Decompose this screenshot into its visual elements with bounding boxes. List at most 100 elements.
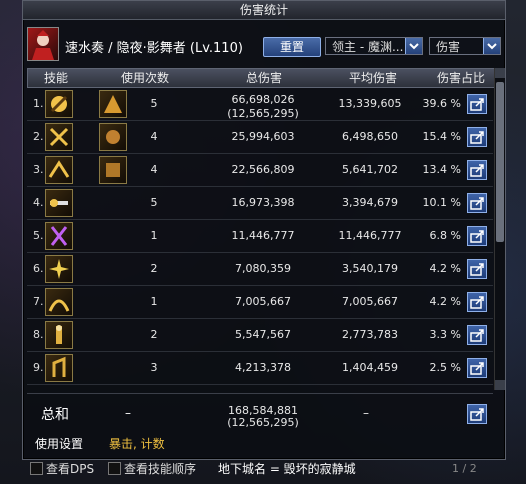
avg-value: 6,498,650 <box>342 130 398 143</box>
scroll-down-icon[interactable] <box>495 380 505 390</box>
share-value: 4.2 % <box>429 295 461 308</box>
skill-detail-icon <box>99 90 127 118</box>
character-avatar <box>27 27 59 61</box>
avg-value: 2,773,783 <box>342 328 398 341</box>
table-row: 9. 3 4,213,378 1,404,459 2.5 % <box>27 351 493 385</box>
footer-bar: 查看DPS 查看技能顺序 地下城名 = 毁坏的寂静城 1 / 2 <box>22 458 504 482</box>
total-value: 25,994,603 <box>231 130 295 143</box>
share-value: 13.4 % <box>422 163 461 176</box>
avg-value: 3,540,179 <box>342 262 398 275</box>
col-uses: 使用次数 <box>120 71 169 85</box>
share-value: 2.5 % <box>429 361 461 374</box>
share-icon[interactable] <box>467 94 487 114</box>
window-header: 速水奏 / 隐夜·影舞者 (Lv.110) 重置 领主 - 魔渊... 伤害 <box>23 21 505 69</box>
share-icon[interactable] <box>467 160 487 180</box>
view-dps-checkbox[interactable] <box>30 462 43 475</box>
share-icon[interactable] <box>467 193 487 213</box>
view-dps-label: 查看DPS <box>46 462 95 476</box>
metric-select-value: 伤害 <box>436 40 461 54</box>
scrollbar[interactable] <box>494 68 505 390</box>
skill-icon <box>45 321 73 349</box>
target-select[interactable]: 领主 - 魔渊... <box>325 37 423 55</box>
table-row: 8. 2 5,547,567 2,773,783 3.3 % <box>27 318 493 352</box>
share-icon[interactable] <box>467 259 487 279</box>
row-index: 5. <box>33 229 44 242</box>
skill-icon <box>45 90 73 118</box>
uses-value: 5 <box>150 196 158 209</box>
share-icon[interactable] <box>467 226 487 246</box>
skill-icon <box>45 288 73 316</box>
share-icon[interactable] <box>467 127 487 147</box>
character-name: 速水奏 / 隐夜·影舞者 (Lv.110) <box>65 41 243 56</box>
row-index: 9. <box>33 361 44 374</box>
uses-value: 3 <box>150 361 158 374</box>
share-icon[interactable] <box>467 358 487 378</box>
dungeon-name: 地下城名 = 毁坏的寂静城 <box>218 462 356 476</box>
total-value: 7,080,359 <box>235 262 291 275</box>
total-value: 66,698,026 <box>231 93 295 106</box>
scroll-thumb[interactable] <box>496 82 504 242</box>
col-total: 总伤害 <box>245 71 282 85</box>
total-value: 16,973,398 <box>231 196 295 209</box>
view-skill-order-checkbox[interactable] <box>108 462 121 475</box>
total-value: 7,005,667 <box>235 295 291 308</box>
row-index: 3. <box>33 163 44 176</box>
table-row: 3. 4 22,566,809 5,641,702 13.4 % <box>27 153 493 187</box>
col-share: 伤害占比 <box>436 71 485 85</box>
row-index: 2. <box>33 130 44 143</box>
uses-value: 2 <box>150 262 158 275</box>
uses-value: 5 <box>150 97 158 110</box>
share-value: 15.4 % <box>422 130 461 143</box>
skill-icon <box>45 156 73 184</box>
table-row: 2. 4 25,994,603 6,498,650 15.4 % <box>27 120 493 154</box>
scroll-up-icon[interactable] <box>495 68 505 78</box>
avg-value: 11,446,777 <box>338 229 402 242</box>
total-sub-value: (12,565,295) <box>227 107 299 120</box>
view-skill-order-label: 查看技能顺序 <box>124 462 197 476</box>
damage-stats-window: 伤害统计 速水奏 / 隐夜·影舞者 (Lv.110) 重置 领主 - 魔渊...… <box>22 0 506 460</box>
table-row: 6. 2 7,080,359 3,540,179 4.2 % <box>27 252 493 286</box>
summary-avg: – <box>363 406 369 420</box>
share-value: 6.8 % <box>429 229 461 242</box>
table-row: 4. 5 16,973,398 3,394,679 10.1 % <box>27 186 493 220</box>
total-value: 11,446,777 <box>231 229 295 242</box>
metric-select[interactable]: 伤害 <box>429 37 501 55</box>
uses-value: 4 <box>150 163 158 176</box>
skill-detail-icon <box>99 123 127 151</box>
total-value: 22,566,809 <box>231 163 295 176</box>
share-icon[interactable] <box>467 404 487 424</box>
share-icon[interactable] <box>467 325 487 345</box>
tab-settings[interactable]: 使用设置 <box>35 435 83 452</box>
skill-icon <box>45 222 73 250</box>
reset-button[interactable]: 重置 <box>263 37 321 57</box>
summary-total-sub: (12,565,295) <box>227 416 299 429</box>
total-value: 5,547,567 <box>235 328 291 341</box>
uses-value: 4 <box>150 130 158 143</box>
avg-value: 3,394,679 <box>342 196 398 209</box>
chevron-down-icon <box>405 38 422 54</box>
skill-detail-icon <box>99 156 127 184</box>
table-header: 技能 使用次数 总伤害 平均伤害 伤害占比 <box>27 68 495 88</box>
tab-crit-count[interactable]: 暴击, 计数 <box>109 435 165 452</box>
avg-value: 5,641,702 <box>342 163 398 176</box>
share-value: 39.6 % <box>422 97 461 110</box>
summary-label: 总和 <box>41 407 69 423</box>
table-row: 7. 1 7,005,667 7,005,667 4.2 % <box>27 285 493 319</box>
skill-icon <box>45 354 73 382</box>
share-icon[interactable] <box>467 292 487 312</box>
uses-value: 1 <box>150 295 158 308</box>
skill-icon <box>45 123 73 151</box>
col-avg: 平均伤害 <box>348 71 397 85</box>
bottom-tabs: 使用设置 暴击, 计数 <box>27 433 493 453</box>
row-index: 8. <box>33 328 44 341</box>
skill-icon <box>45 189 73 217</box>
table-row: 1. 5 66,698,026 (12,565,295) 13,339,605 … <box>27 87 493 121</box>
target-select-value: 领主 - 魔渊... <box>332 40 404 54</box>
summary-row: 总和 – 168,584,881 (12,565,295) – <box>27 393 493 432</box>
row-index: 1. <box>33 97 44 110</box>
total-value: 4,213,378 <box>235 361 291 374</box>
row-index: 4. <box>33 196 44 209</box>
page-indicator: 1 / 2 <box>452 462 477 475</box>
window-title: 伤害统计 <box>23 1 505 20</box>
share-value: 3.3 % <box>429 328 461 341</box>
